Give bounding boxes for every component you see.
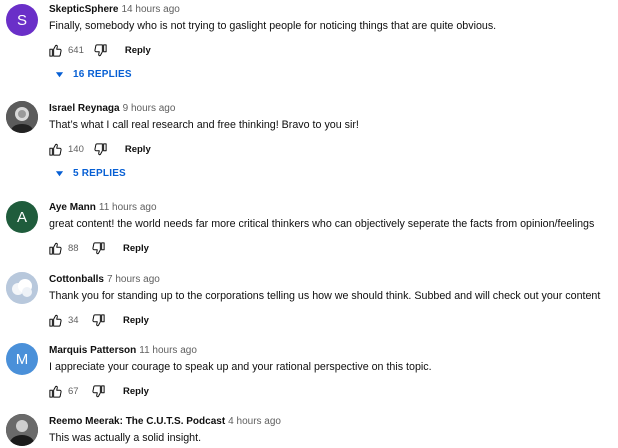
author-name[interactable]: Aye Mann xyxy=(49,202,96,213)
comment-header: SkepticSphere 14 hours ago xyxy=(49,4,180,15)
like-count: 641 xyxy=(68,44,84,56)
view-replies-button[interactable]: 5 REPLIES xyxy=(55,168,126,179)
comment-header: Cottonballs 7 hours ago xyxy=(49,274,160,285)
thumbs-down-icon[interactable] xyxy=(91,313,106,328)
comment-text: great content! the world needs far more … xyxy=(49,218,595,230)
reply-button[interactable]: Reply xyxy=(123,386,149,397)
thumbs-up-icon[interactable] xyxy=(48,142,63,157)
comment-timestamp[interactable]: 7 hours ago xyxy=(107,274,160,285)
comment-text: I appreciate your courage to speak up an… xyxy=(49,361,432,373)
like-count: 67 xyxy=(68,385,79,397)
replies-count-label: 16 REPLIES xyxy=(73,69,132,80)
author-name[interactable]: Marquis Patterson xyxy=(49,345,136,356)
comment-actions: 88 Reply xyxy=(48,240,149,256)
avatar[interactable] xyxy=(6,101,38,133)
avatar[interactable] xyxy=(6,414,38,446)
reply-button[interactable]: Reply xyxy=(123,243,149,254)
like-count: 34 xyxy=(68,314,79,326)
like-count: 88 xyxy=(68,242,79,254)
thumbs-up-icon[interactable] xyxy=(48,241,63,256)
comment-header: Israel Reynaga 9 hours ago xyxy=(49,103,175,114)
caret-down-icon xyxy=(55,72,64,78)
comment-actions: 34 Reply xyxy=(48,312,149,328)
reply-button[interactable]: Reply xyxy=(125,144,151,155)
avatar[interactable]: A xyxy=(6,201,38,233)
thumbs-down-icon[interactable] xyxy=(93,43,108,58)
thumbs-up-icon[interactable] xyxy=(48,313,63,328)
comment-actions: 641 Reply xyxy=(48,42,151,58)
comment-text: This was actually a solid insight. xyxy=(49,432,202,444)
like-count: 140 xyxy=(68,143,84,155)
comment-header: Reemo Meerak: The C.U.T.S. Podcast 4 hour… xyxy=(49,416,281,427)
thumbs-down-icon[interactable] xyxy=(91,241,106,256)
author-name[interactable]: SkepticSphere xyxy=(49,4,118,15)
replies-count-label: 5 REPLIES xyxy=(73,168,126,179)
comment-text: Thank you for standing up to the corpora… xyxy=(49,290,601,302)
profile-photo-icon xyxy=(6,414,38,446)
author-name[interactable]: Israel Reynaga xyxy=(49,103,120,114)
reply-button[interactable]: Reply xyxy=(125,45,151,56)
comment-timestamp[interactable]: 11 hours ago xyxy=(99,202,157,213)
comment-text: That’s what I call real research and fre… xyxy=(49,119,359,131)
comment-actions: 67 Reply xyxy=(48,383,149,399)
avatar[interactable] xyxy=(6,272,38,304)
avatar[interactable]: S xyxy=(6,4,38,36)
comment-actions: 140 Reply xyxy=(48,141,151,157)
comment-timestamp[interactable]: 9 hours ago xyxy=(123,103,176,114)
view-replies-button[interactable]: 16 REPLIES xyxy=(55,69,132,80)
comment-header: Marquis Patterson 11 hours ago xyxy=(49,345,197,356)
cotton-ball-icon xyxy=(6,272,38,304)
profile-photo-icon xyxy=(6,101,38,133)
author-name[interactable]: Reemo Meerak: The C.U.T.S. Podcast xyxy=(49,416,225,427)
comment-header: Aye Mann 11 hours ago xyxy=(49,202,157,213)
comment-timestamp[interactable]: 14 hours ago xyxy=(121,4,179,15)
avatar[interactable]: M xyxy=(6,343,38,375)
thumbs-down-icon[interactable] xyxy=(91,384,106,399)
comment-timestamp[interactable]: 11 hours ago xyxy=(139,345,197,356)
comment-timestamp[interactable]: 4 hours ago xyxy=(228,416,281,427)
caret-down-icon xyxy=(55,171,64,177)
author-name[interactable]: Cottonballs xyxy=(49,274,104,285)
thumbs-down-icon[interactable] xyxy=(93,142,108,157)
comment-text: Finally, somebody who is not trying to g… xyxy=(49,20,497,32)
thumbs-up-icon[interactable] xyxy=(48,43,63,58)
thumbs-up-icon[interactable] xyxy=(48,384,63,399)
reply-button[interactable]: Reply xyxy=(123,315,149,326)
